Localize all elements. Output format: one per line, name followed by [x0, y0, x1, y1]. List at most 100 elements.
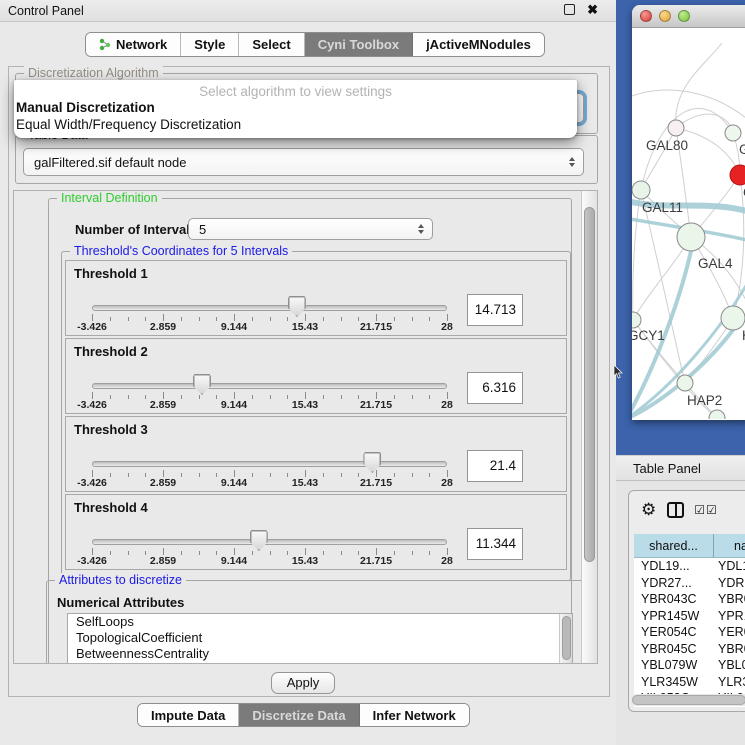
dropdown-item-equal-width[interactable]: Equal Width/Frequency Discretization	[14, 116, 577, 133]
cell-shared-name: YBR043C	[634, 591, 714, 608]
settings-vertical-scrollbar[interactable]	[581, 191, 597, 663]
table-header-row: shared... na	[634, 534, 745, 558]
tab-impute-data[interactable]: Impute Data	[138, 704, 239, 726]
network-node[interactable]	[632, 312, 641, 328]
table-toolbar: ⚙ ☑☑	[629, 497, 718, 523]
table-row[interactable]: YBL079WYBL0	[634, 657, 745, 674]
tab-infer-network[interactable]: Infer Network	[360, 704, 469, 726]
network-node[interactable]	[721, 306, 745, 330]
cell-name: YPR1	[714, 608, 745, 625]
tab-cyni-toolbox[interactable]: Cyni Toolbox	[305, 33, 413, 56]
close-traffic-light[interactable]	[640, 10, 652, 22]
network-node-label: GAL80	[646, 138, 688, 153]
threshold-label: Threshold 1	[74, 266, 148, 281]
algorithm-dropdown-popup: Select algorithm to view settings Manual…	[14, 80, 577, 138]
network-node-label: GAL4	[698, 256, 733, 271]
numerical-attributes-label: Numerical Attributes	[57, 595, 184, 610]
slider-track[interactable]	[92, 305, 447, 311]
network-icon	[99, 38, 111, 51]
network-node-label: GAL11	[642, 200, 683, 215]
cell-shared-name: YBL079W	[634, 657, 714, 674]
tab-jactivemnodules[interactable]: jActiveMNodules	[413, 33, 544, 56]
slider-scale-labels: -3.4262.8599.14415.4321.71528	[92, 477, 447, 490]
table-row[interactable]: YDR27...YDR2	[634, 575, 745, 592]
threshold-value-field[interactable]: 14.713	[467, 294, 523, 326]
slider-track[interactable]	[92, 383, 447, 389]
table-row[interactable]: YBR045CYBR0	[634, 641, 745, 658]
network-graph: GAL80GCGAL11GAL4GCY1HHAP2	[632, 28, 745, 419]
zoom-traffic-light[interactable]	[678, 10, 690, 22]
table-row[interactable]: YBR043CYBR0	[634, 591, 745, 608]
threshold-value-field[interactable]: 21.4	[467, 450, 523, 482]
split-columns-icon[interactable]	[667, 502, 684, 518]
network-node[interactable]	[725, 125, 741, 141]
gear-icon[interactable]: ⚙	[641, 500, 656, 520]
cyni-bottom-tabs: Impute Data Discretize Data Infer Networ…	[137, 703, 470, 727]
control-panel-window: Control Panel ✖ Network Style Select Cyn…	[0, 0, 616, 745]
minimize-traffic-light[interactable]	[659, 10, 671, 22]
table-rows: YDL19...YDL1YDR27...YDR2YBR043CYBR0YPR14…	[634, 558, 745, 707]
network-node-label: GCY1	[632, 328, 665, 343]
network-node[interactable]	[677, 223, 705, 251]
tab-network[interactable]: Network	[86, 33, 181, 56]
cell-shared-name: YER054C	[634, 624, 714, 641]
network-node[interactable]	[632, 181, 650, 199]
attribute-list-item[interactable]: TopologicalCoefficient	[68, 630, 572, 646]
network-node[interactable]	[677, 375, 693, 391]
attribute-list-item[interactable]: BetweennessCentrality	[68, 646, 572, 662]
slider-track[interactable]	[92, 461, 447, 467]
apply-button[interactable]: Apply	[271, 672, 335, 694]
network-node[interactable]	[668, 120, 684, 136]
cell-shared-name: YLR345W	[634, 674, 714, 691]
column-header-name[interactable]: na	[714, 534, 745, 558]
table-horizontal-scrollbar[interactable]	[631, 694, 745, 706]
threshold-panel: Threshold 1-3.4262.8599.14415.4321.71528…	[65, 260, 567, 336]
table-panel: Table Panel ⚙ ☑☑ shared... na YDL19...YD…	[616, 455, 745, 745]
cyni-toolbox-panel: Discretization Algorithm Select algorith…	[8, 66, 610, 697]
table-row[interactable]: YPR145WYPR1	[634, 608, 745, 625]
table-panel-title: Table Panel	[633, 461, 701, 476]
table-row[interactable]: YER054CYER0	[634, 624, 745, 641]
interval-definition-title: Interval Definition	[57, 191, 162, 205]
attributes-list-scrollbar[interactable]	[559, 614, 572, 664]
cell-name: YBR0	[714, 591, 745, 608]
column-header-shared[interactable]: shared...	[634, 534, 714, 558]
cell-shared-name: YDL19...	[634, 558, 714, 575]
close-icon[interactable]: ✖	[587, 4, 598, 15]
cell-shared-name: YPR145W	[634, 608, 714, 625]
attribute-list-item[interactable]: SelfLoops	[68, 614, 572, 630]
attributes-scroll-thumb[interactable]	[562, 616, 571, 660]
cell-name: YBL0	[714, 657, 745, 674]
number-of-intervals-combobox[interactable]: 5	[188, 218, 433, 240]
network-node-label: G	[739, 142, 745, 157]
network-window-titlebar	[632, 5, 745, 28]
control-panel-title: Control Panel	[0, 4, 84, 18]
network-node[interactable]	[730, 165, 745, 185]
tab-discretize-data[interactable]: Discretize Data	[239, 704, 359, 726]
desktop-background: GAL80GCGAL11GAL4GCY1HHAP2	[616, 0, 745, 455]
table-hscroll-thumb[interactable]	[632, 695, 745, 705]
table-row[interactable]: YLR345WYLR3	[634, 674, 745, 691]
threshold-label: Threshold 2	[74, 344, 148, 359]
float-window-icon[interactable]	[564, 4, 575, 15]
threshold-panel: Threshold 4-3.4262.8599.14415.4321.71528…	[65, 494, 567, 570]
tab-style[interactable]: Style	[181, 33, 239, 56]
slider-track[interactable]	[92, 539, 447, 545]
table-row[interactable]: YDL19...YDL1	[634, 558, 745, 575]
table-data-combobox[interactable]: galFiltered.sif default node	[23, 148, 584, 176]
screen: Control Panel ✖ Network Style Select Cyn…	[0, 0, 745, 745]
network-view-window: GAL80GCGAL11GAL4GCY1HHAP2	[632, 5, 745, 420]
checkbox-filter-icons[interactable]: ☑☑	[694, 503, 718, 517]
cell-shared-name: YBR045C	[634, 641, 714, 658]
threshold-label: Threshold 3	[74, 422, 148, 437]
threshold-value-field[interactable]: 6.316	[467, 372, 523, 404]
threshold-value-field[interactable]: 11.344	[467, 528, 523, 560]
node-attribute-table[interactable]: shared... na YDL19...YDL1YDR27...YDR2YBR…	[634, 534, 745, 707]
tab-select[interactable]: Select	[239, 33, 304, 56]
dropdown-item-manual-discretization[interactable]: Manual Discretization	[14, 99, 577, 116]
tab-network-label: Network	[116, 37, 167, 52]
network-canvas[interactable]: GAL80GCGAL11GAL4GCY1HHAP2	[632, 28, 745, 419]
numerical-attributes-list[interactable]: SelfLoopsTopologicalCoefficientBetweenne…	[67, 613, 573, 664]
settings-scroll-thumb[interactable]	[584, 207, 595, 562]
network-node-label: HAP2	[687, 393, 722, 408]
